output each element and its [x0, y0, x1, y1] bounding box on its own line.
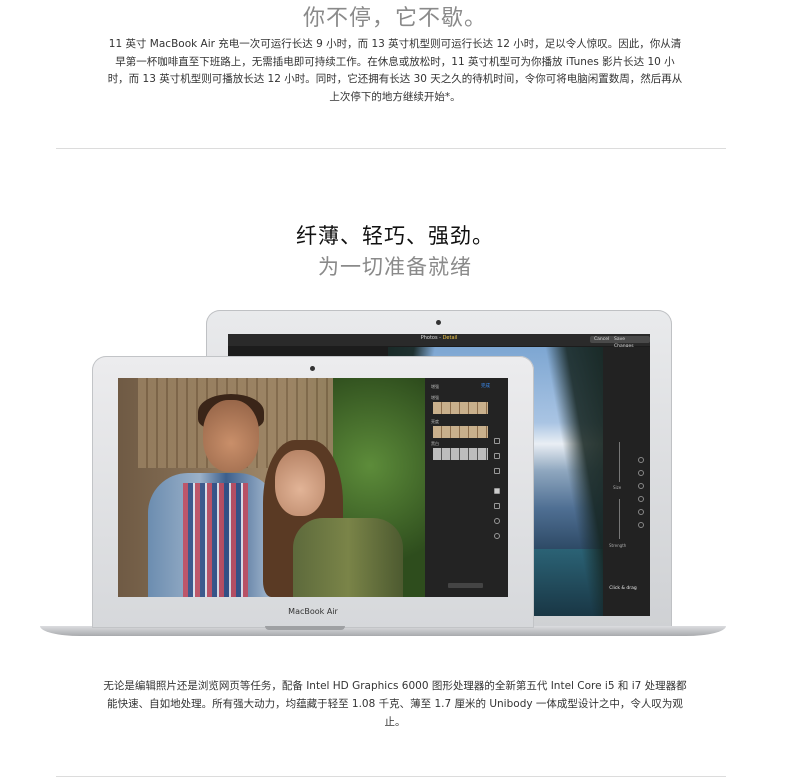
done-button: 完成 — [481, 384, 490, 389]
rotate-icon — [494, 453, 500, 459]
macbook-air-11-image: 增强 完成 增强 亮度 黑白 MacBook Air — [92, 356, 534, 628]
camera-dot — [436, 320, 441, 325]
person-jacket — [293, 518, 403, 597]
filmstrip — [433, 426, 488, 438]
size-label: Size — [613, 485, 622, 490]
strength-label: Strength — [609, 543, 627, 548]
person-face — [203, 400, 259, 472]
photos-edit-screen: 增强 完成 增强 亮度 黑白 — [118, 378, 508, 597]
tool-circle-icon — [638, 470, 644, 476]
plaid-shirt — [183, 483, 248, 597]
macbook-air-brand: MacBook Air — [288, 607, 338, 616]
tool-circle-icon — [638, 483, 644, 489]
person-face — [275, 450, 325, 516]
panel-label: 黑白 — [431, 441, 439, 446]
tool-circle-icon — [638, 457, 644, 463]
section-headline: 纤薄、轻巧、强劲。 — [296, 224, 494, 248]
retouch-icon — [494, 518, 500, 524]
revert-button — [448, 583, 483, 588]
filmstrip-bw — [433, 448, 488, 460]
more-icon — [494, 533, 500, 539]
tool-circle-icon — [638, 509, 644, 515]
photos-window-title: Photos - Detail — [420, 335, 458, 341]
filmstrip — [433, 402, 488, 414]
strength-slider — [619, 499, 620, 539]
tool-circle-icon — [638, 496, 644, 502]
tool-circle-icon — [638, 522, 644, 528]
section-subheadline: 为一切准备就绪 — [318, 255, 472, 279]
size-slider — [619, 442, 620, 482]
crop-icon — [494, 438, 500, 444]
save-changes-button: Save Changes — [610, 336, 650, 349]
divider — [56, 776, 726, 777]
divider — [56, 148, 726, 149]
battery-description: 11 英寸 MacBook Air 充电一次可运行长达 9 小时，而 13 英寸… — [107, 38, 683, 103]
laptop-notch — [265, 626, 345, 630]
enhance-icon — [494, 468, 500, 474]
adjustment-sidebar: Size Strength — [603, 347, 650, 616]
camera-dot — [310, 366, 315, 371]
adjust-icon — [494, 503, 500, 509]
panel-label: 增强 — [431, 395, 439, 400]
filter-icon — [494, 488, 500, 494]
section-subtitle-top: 你不停，它不歇。 — [302, 6, 487, 31]
panel-label: 增强 — [431, 384, 439, 389]
performance-description: 无论是编辑照片还是浏览网页等任务，配备 Intel HD Graphics 60… — [103, 680, 687, 728]
drag-hint: Click & drag — [609, 586, 637, 591]
panel-label: 亮度 — [431, 419, 439, 424]
